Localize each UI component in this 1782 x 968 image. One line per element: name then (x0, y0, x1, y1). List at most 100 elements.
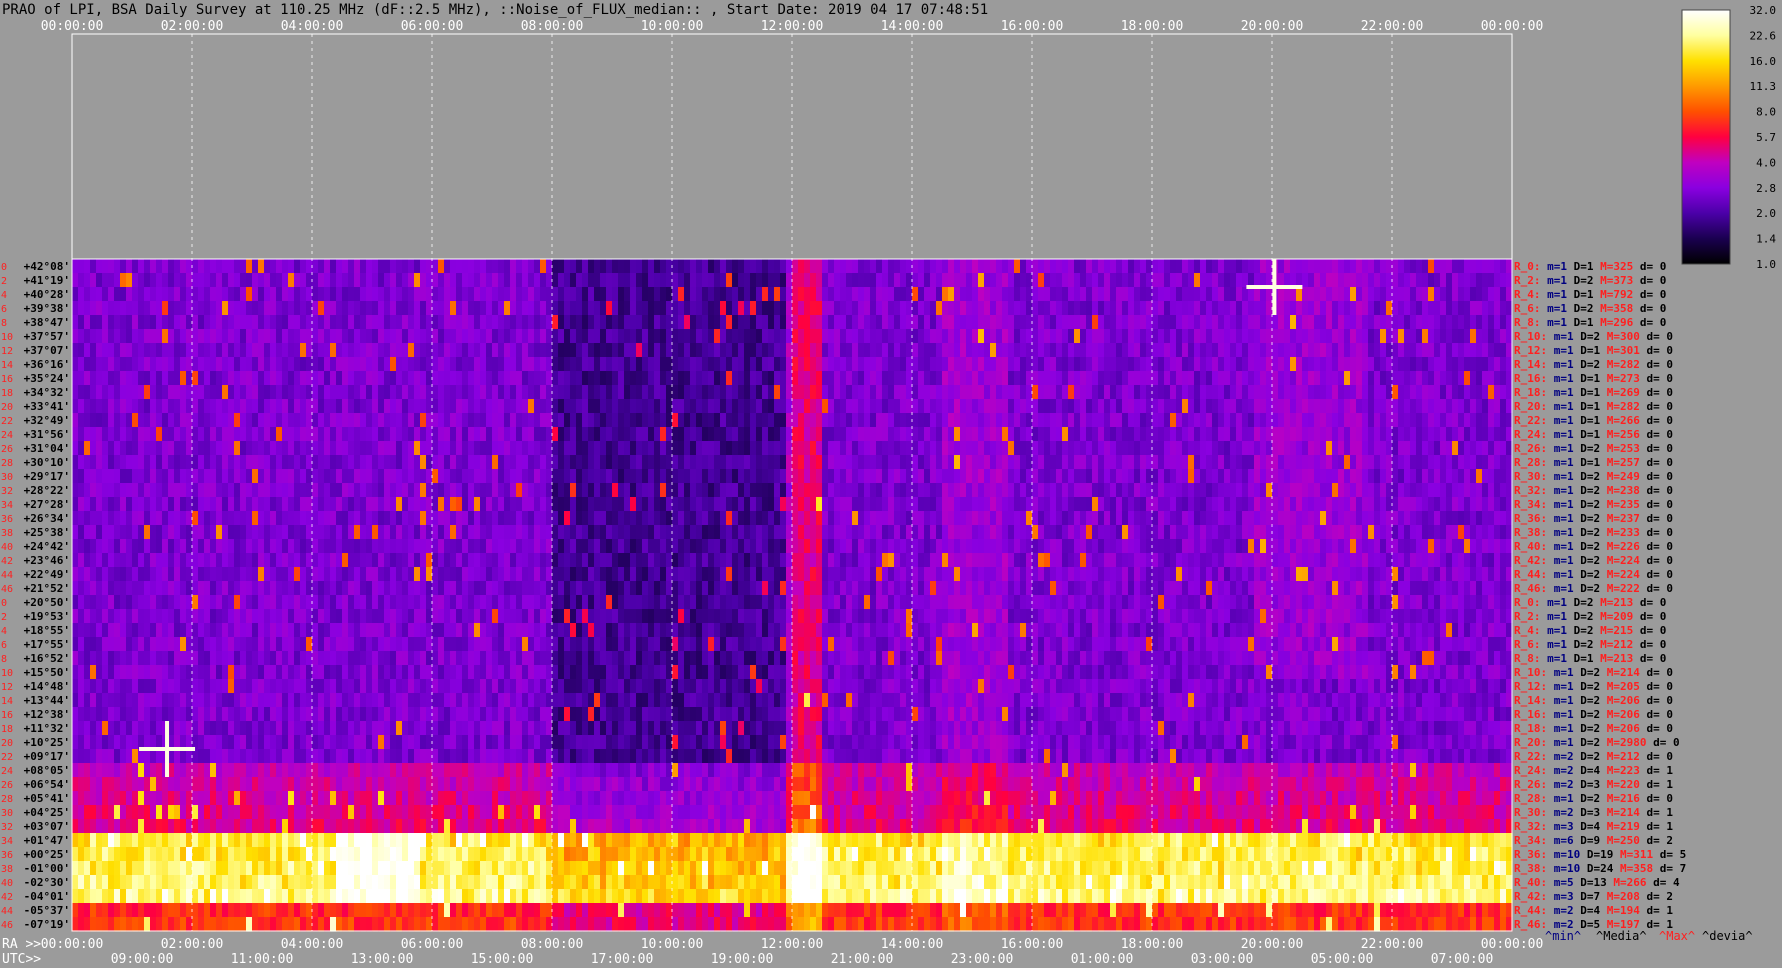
declination-label: +26°34' (24, 512, 70, 525)
row-stat: R_38: m=1 D=2 M=233 d= 0 (1514, 526, 1673, 539)
row-number: 22 (1, 416, 13, 427)
row-stat: R_30: m=1 D=2 M=249 d= 0 (1514, 470, 1673, 483)
declination-label: +19°53' (24, 610, 70, 623)
row-stat: R_18: m=1 D=2 M=206 d= 0 (1514, 722, 1673, 735)
row-number: 30 (1, 472, 13, 483)
declination-label: +15°50' (24, 666, 70, 679)
row-number: 40 (1, 878, 13, 889)
stats-legend-item: ^devia^ (1702, 929, 1753, 943)
row-stat: R_6: m=1 D=2 M=212 d= 0 (1514, 638, 1666, 651)
row-number: 26 (1, 444, 13, 455)
row-number: 4 (1, 626, 7, 637)
row-stat: R_30: m=2 D=3 M=214 d= 1 (1514, 806, 1673, 819)
ra-tick-label: 20:00:00 (1241, 937, 1304, 952)
colorbar-tick-label: 1.0 (1756, 258, 1776, 271)
row-number: 8 (1, 654, 7, 665)
row-number: 24 (1, 430, 13, 441)
colorbar-tick-label: 5.7 (1756, 131, 1776, 144)
utc-tick-label: 11:00:00 (231, 952, 294, 967)
declination-label: +21°52' (24, 582, 70, 595)
declination-label: +17°55' (24, 638, 70, 651)
stats-legend-item: ^Media^ (1596, 929, 1647, 943)
chart-canvas: 00:00:00 02:00:00 04:00:00 06:00:00 08:00:00… (1, 4, 1777, 967)
row-number: 0 (1, 598, 7, 609)
row-number: 24 (1, 766, 13, 777)
row-number: 34 (1, 500, 13, 511)
ra-tick-label: 18:00:00 (1121, 937, 1184, 952)
utc-tick-label: 07:00:00 (1431, 952, 1494, 967)
row-number: 8 (1, 318, 7, 329)
row-stat: R_20: m=1 D=2 M=2980 d= 0 (1514, 736, 1680, 749)
ra-tick-label: 00:00:00 (1481, 937, 1544, 952)
utc-tick-label: 09:00:00 (111, 952, 174, 967)
row-stat: R_28: m=1 D=2 M=216 d= 0 (1514, 792, 1673, 805)
ra-tick-label: 16:00:00 (1001, 937, 1064, 952)
colorbar-tick-label: 32.0 (1750, 4, 1777, 17)
top-tick-label: 16:00:00 (1001, 19, 1064, 34)
row-stat: R_8: m=1 D=1 M=296 d= 0 (1514, 316, 1666, 329)
colorbar: 32.0 22.6 16.0 11.3 8.0 5.7 4.0 2.8 2.0 1.4 1.0 (1681, 4, 1777, 271)
row-number: 44 (1, 570, 13, 581)
declination-label: +35°24' (24, 372, 70, 385)
row-stat: R_2: m=1 D=2 M=373 d= 0 (1514, 274, 1666, 287)
row-number: 16 (1, 710, 13, 721)
declination-label: +18°55' (24, 624, 70, 637)
row-stat: R_6: m=1 D=2 M=358 d= 0 (1514, 302, 1666, 315)
top-tick-label: 08:00:00 (521, 19, 584, 34)
row-number: 36 (1, 514, 13, 525)
utc-tick-label: 17:00:00 (591, 952, 654, 967)
ra-tick-label: 12:00:00 (761, 937, 824, 952)
declination-label: +06°54' (24, 778, 70, 791)
ra-tick-label: 04:00:00 (281, 937, 344, 952)
declination-label: +30°10' (24, 456, 70, 469)
row-number: 42 (1, 556, 13, 567)
row-stat: R_40: m=1 D=2 M=226 d= 0 (1514, 540, 1673, 553)
row-number: 4 (1, 290, 7, 301)
ra-tick-label: 06:00:00 (401, 937, 464, 952)
top-tick-label: 20:00:00 (1241, 19, 1304, 34)
row-stat: R_36: m=10 D=19 M=311 d= 5 (1514, 848, 1686, 861)
row-number: 2 (1, 276, 7, 287)
row-stat: R_26: m=2 D=3 M=220 d= 1 (1514, 778, 1673, 791)
declination-label: +38°47' (24, 316, 70, 329)
declination-label: +32°49' (24, 414, 70, 427)
row-number: 14 (1, 696, 13, 707)
row-stat: R_24: m=2 D=4 M=223 d= 1 (1514, 764, 1673, 777)
row-stat: R_14: m=1 D=2 M=282 d= 0 (1514, 358, 1673, 371)
declination-label: +05°41' (24, 792, 70, 805)
declination-label: +03°07' (24, 820, 70, 833)
row-stat: R_22: m=1 D=1 M=266 d= 0 (1514, 414, 1673, 427)
declination-label: +01°47' (24, 834, 70, 847)
row-number: 44 (1, 906, 13, 917)
row-number: 10 (1, 332, 13, 343)
top-tick-label: 04:00:00 (281, 19, 344, 34)
declination-label: +36°16' (24, 358, 70, 371)
top-tick-label: 06:00:00 (401, 19, 464, 34)
top-time-axis: 00:00:00 02:00:00 04:00:00 06:00:00 08:00:00… (41, 19, 1544, 34)
row-stat: R_26: m=1 D=2 M=253 d= 0 (1514, 442, 1673, 455)
ra-tick-label: 08:00:00 (521, 937, 584, 952)
row-number: 30 (1, 808, 13, 819)
ra-tick-label: 22:00:00 (1361, 937, 1424, 952)
row-number: 12 (1, 346, 13, 357)
declination-label: +23°46' (24, 554, 70, 567)
row-stat: R_14: m=1 D=2 M=206 d= 0 (1514, 694, 1673, 707)
declination-label: +37°07' (24, 344, 70, 357)
row-stat: R_12: m=1 D=1 M=301 d= 0 (1514, 344, 1673, 357)
row-stat: R_16: m=1 D=1 M=273 d= 0 (1514, 372, 1673, 385)
utc-tick-label: 13:00:00 (351, 952, 414, 967)
stats-legend: ^min^ ^Media^ ^Max^ ^devia^ (1545, 929, 1753, 943)
utc-tick-label: 21:00:00 (831, 952, 894, 967)
row-stat: R_36: m=1 D=2 M=237 d= 0 (1514, 512, 1673, 525)
declination-label: +28°22' (24, 484, 70, 497)
colorbar-tick-label: 11.3 (1750, 80, 1777, 93)
row-number: 46 (1, 920, 13, 931)
row-number: 18 (1, 724, 13, 735)
top-tick-label: 14:00:00 (881, 19, 944, 34)
row-stat: R_38: m=10 D=24 M=358 d= 7 (1514, 862, 1686, 875)
row-number: 2 (1, 612, 7, 623)
ra-tick-label: 14:00:00 (881, 937, 944, 952)
row-number: 42 (1, 892, 13, 903)
colorbar-tick-label: 8.0 (1756, 106, 1776, 119)
declination-label: -02°30' (24, 876, 70, 889)
